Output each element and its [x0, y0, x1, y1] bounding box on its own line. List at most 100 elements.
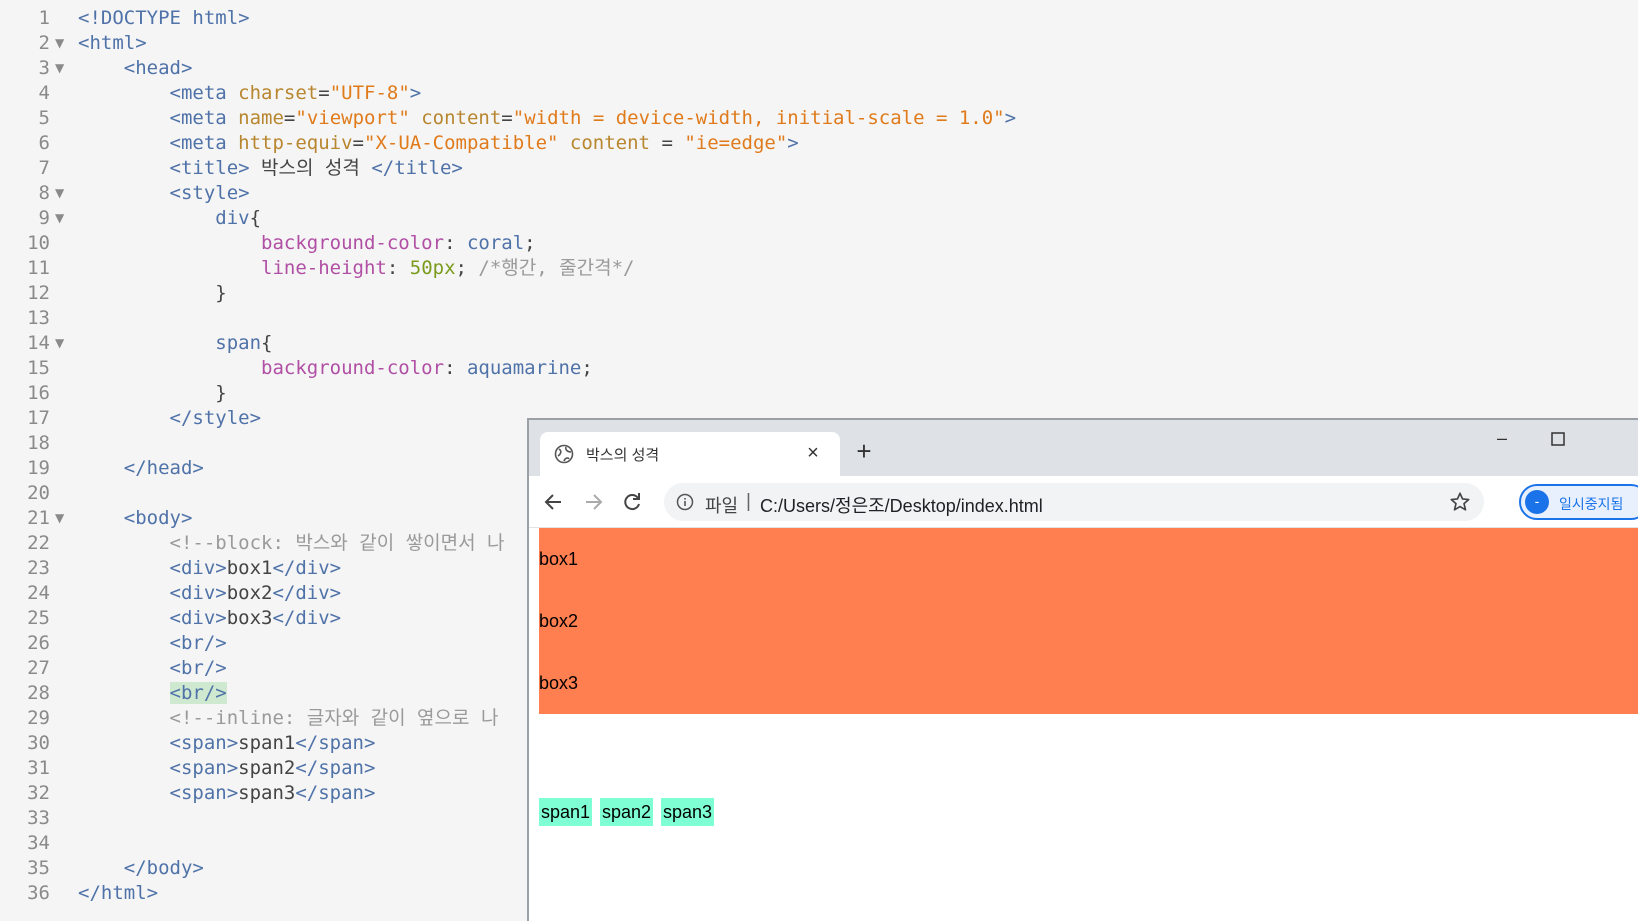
fold-toggle-icon[interactable]: ▼ [55, 206, 64, 231]
line-number: 22 [27, 532, 50, 554]
line-number: 1 [38, 7, 50, 29]
profile-button[interactable]: - 일시중지됨 [1519, 484, 1638, 520]
code-text: <div>box2</div> [78, 581, 342, 606]
code-token: <!DOCTYPE html> [78, 7, 250, 29]
code-line[interactable]: 7 <title> 박스의 성격 </title> [0, 156, 1638, 181]
code-line[interactable]: 4 <meta charset="UTF-8"> [0, 81, 1638, 106]
code-token: <body> [123, 507, 193, 529]
page-span-span3: span3 [661, 798, 715, 826]
line-number: 20 [27, 482, 50, 504]
code-token: charset [238, 82, 319, 104]
code-line[interactable]: 13 [0, 306, 1638, 331]
address-bar[interactable]: 파일 | C:/Users/정은조/Desktop/index.html [664, 483, 1484, 521]
code-token: <html> [78, 32, 147, 54]
browser-titlebar: 박스의 성격 × + – [529, 420, 1638, 476]
code-token: box1 [226, 557, 273, 579]
code-line[interactable]: 9 ▼ div{ [0, 206, 1638, 231]
browser-tab[interactable]: 박스의 성격 × [540, 432, 840, 476]
code-token: ; [455, 257, 479, 279]
code-token: ; [581, 357, 593, 379]
code-line[interactable]: 5 <meta name="viewport" content="width =… [0, 106, 1638, 131]
code-text: <br/> [78, 681, 227, 706]
code-text: <!DOCTYPE html> [78, 6, 250, 31]
line-number: 9 [38, 207, 50, 229]
code-token: http-equiv [238, 132, 353, 154]
fold-toggle-icon[interactable]: ▼ [55, 506, 64, 531]
minimize-button[interactable]: – [1487, 428, 1517, 448]
code-token: "viewport" [295, 107, 410, 129]
new-tab-button[interactable]: + [851, 438, 877, 464]
code-line[interactable]: 15 background-color: aquamarine; [0, 356, 1638, 381]
line-number: 16 [27, 382, 50, 404]
reload-icon [624, 493, 640, 511]
fold-toggle-icon[interactable]: ▼ [55, 331, 64, 356]
code-token: </html> [78, 882, 159, 904]
fold-toggle-icon[interactable]: ▼ [55, 31, 64, 56]
code-line[interactable]: 14 ▼ span{ [0, 331, 1638, 356]
code-token: 박스의 성격 [249, 157, 372, 179]
forward-button[interactable] [580, 489, 606, 515]
code-line[interactable]: 1 <!DOCTYPE html> [0, 6, 1638, 31]
fold-toggle-icon[interactable]: ▼ [55, 56, 64, 81]
code-token: </span> [295, 732, 376, 754]
code-token: </title> [371, 157, 463, 179]
code-text: </head> [78, 456, 204, 481]
line-number: 29 [27, 707, 50, 729]
code-token: </div> [272, 557, 342, 579]
code-token: "ie=edge" [684, 132, 788, 154]
url-text[interactable]: C:/Users/정은조/Desktop/index.html [760, 492, 1043, 518]
back-button[interactable] [541, 489, 567, 515]
fold-toggle-icon[interactable]: ▼ [55, 181, 64, 206]
tab-close-button[interactable]: × [802, 442, 824, 464]
info-icon[interactable] [676, 493, 694, 511]
code-text: <meta name="viewport" content="width = d… [78, 106, 1017, 131]
line-number: 7 [38, 157, 50, 179]
code-line[interactable]: 8 ▼ <style> [0, 181, 1638, 206]
code-line[interactable]: 3 ▼ <head> [0, 56, 1638, 81]
star-icon[interactable] [1449, 491, 1471, 513]
code-token: background-color [261, 357, 445, 379]
code-token: aquamarine [466, 357, 582, 379]
code-token: 50px [409, 257, 456, 279]
line-number: 19 [27, 457, 50, 479]
code-token: span3 [238, 782, 296, 804]
code-line[interactable]: 11 line-height: 50px; /*행간, 줄간격*/ [0, 256, 1638, 281]
reload-button[interactable] [619, 489, 645, 515]
code-text: <!--block: 박스와 같이 쌓이면서 나 [78, 531, 505, 556]
code-line[interactable]: 6 <meta http-equiv="X-UA-Compatible" con… [0, 131, 1638, 156]
code-line[interactable]: 2 ▼ <html> [0, 31, 1638, 56]
maximize-icon [1551, 432, 1565, 446]
code-token: coral [466, 232, 525, 254]
code-token: <div> [169, 607, 227, 629]
code-text: <head> [78, 56, 193, 81]
code-token: box2 [226, 582, 273, 604]
code-token: </span> [295, 757, 376, 779]
code-token: { [249, 207, 262, 229]
code-text: line-height: 50px; /*행간, 줄간격*/ [78, 256, 634, 281]
code-token: <br/> [169, 682, 227, 704]
code-token: : [444, 357, 467, 379]
code-text: <!--inline: 글자와 같이 옆으로 나 [78, 706, 499, 731]
code-token: </head> [123, 457, 204, 479]
maximize-button[interactable] [1543, 428, 1573, 452]
scheme-label: 파일 [705, 496, 739, 516]
code-token: line-height [261, 257, 387, 279]
code-line[interactable]: 16 } [0, 381, 1638, 406]
line-number: 14 [27, 332, 50, 354]
line-number: 6 [38, 132, 50, 154]
code-token: = [501, 107, 513, 129]
code-token: ; [524, 232, 536, 254]
code-line[interactable]: 10 background-color: coral; [0, 231, 1638, 256]
code-token: /*행간, 줄간격*/ [478, 257, 635, 279]
code-line[interactable]: 12 } [0, 281, 1638, 306]
code-token: content [569, 132, 650, 154]
code-text: <style> [78, 181, 250, 206]
